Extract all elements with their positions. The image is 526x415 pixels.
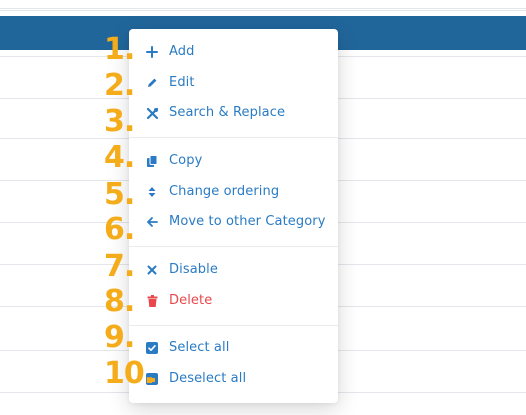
callout-number: 4. [104, 140, 135, 175]
pencil-icon [145, 76, 159, 90]
arrow-left-icon [145, 215, 159, 229]
callout-number: 1. [104, 32, 135, 67]
sort-icon [145, 185, 159, 199]
menu-item-label: Select all [169, 340, 230, 355]
menu-item-deselect-all[interactable]: Deselect all [129, 366, 338, 392]
menu-item-select-all[interactable]: Select all [129, 335, 338, 361]
menu-item-delete[interactable]: Delete [129, 288, 338, 314]
menu-item-label: Disable [169, 262, 218, 277]
tools-icon [145, 106, 159, 120]
menu-item-search-replace[interactable]: Search & Replace [129, 100, 338, 126]
menu-item-change-ordering[interactable]: Change ordering [129, 179, 338, 205]
plus-icon [145, 45, 159, 59]
checkbox-checked-icon [145, 341, 159, 355]
menu-item-label: Add [169, 44, 195, 59]
callout-number: 6. [104, 212, 135, 247]
menu-item-label: Change ordering [169, 184, 280, 199]
menu-divider [129, 246, 338, 247]
menu-item-edit[interactable]: Edit [129, 70, 338, 96]
menu-divider [129, 325, 338, 326]
callout-number: 7. [104, 249, 135, 284]
callout-number: 10. [104, 356, 155, 391]
menu-item-add[interactable]: Add [129, 39, 338, 65]
menu-item-label: Search & Replace [169, 105, 286, 120]
menu-item-label: Deselect all [169, 371, 247, 386]
callout-number: 9. [104, 320, 135, 355]
trash-icon [145, 294, 159, 308]
callout-number: 3. [104, 104, 135, 139]
x-icon [145, 263, 159, 277]
menu-item-label: Copy [169, 153, 203, 168]
menu-item-label: Move to other Category [169, 214, 326, 229]
menu-divider [129, 137, 338, 138]
menu-item-copy[interactable]: Copy [129, 148, 338, 174]
menu-item-label: Delete [169, 293, 213, 308]
menu-item-disable[interactable]: Disable [129, 257, 338, 283]
callout-number: 8. [104, 284, 135, 319]
callout-number: 2. [104, 68, 135, 103]
context-menu: Add Edit Search & Replace Copy Change or… [129, 29, 338, 403]
menu-item-label: Edit [169, 75, 195, 90]
menu-item-move-category[interactable]: Move to other Category [129, 209, 338, 235]
callout-number: 5. [104, 177, 135, 212]
copy-icon [145, 154, 159, 168]
table-row-divider [0, 8, 526, 11]
